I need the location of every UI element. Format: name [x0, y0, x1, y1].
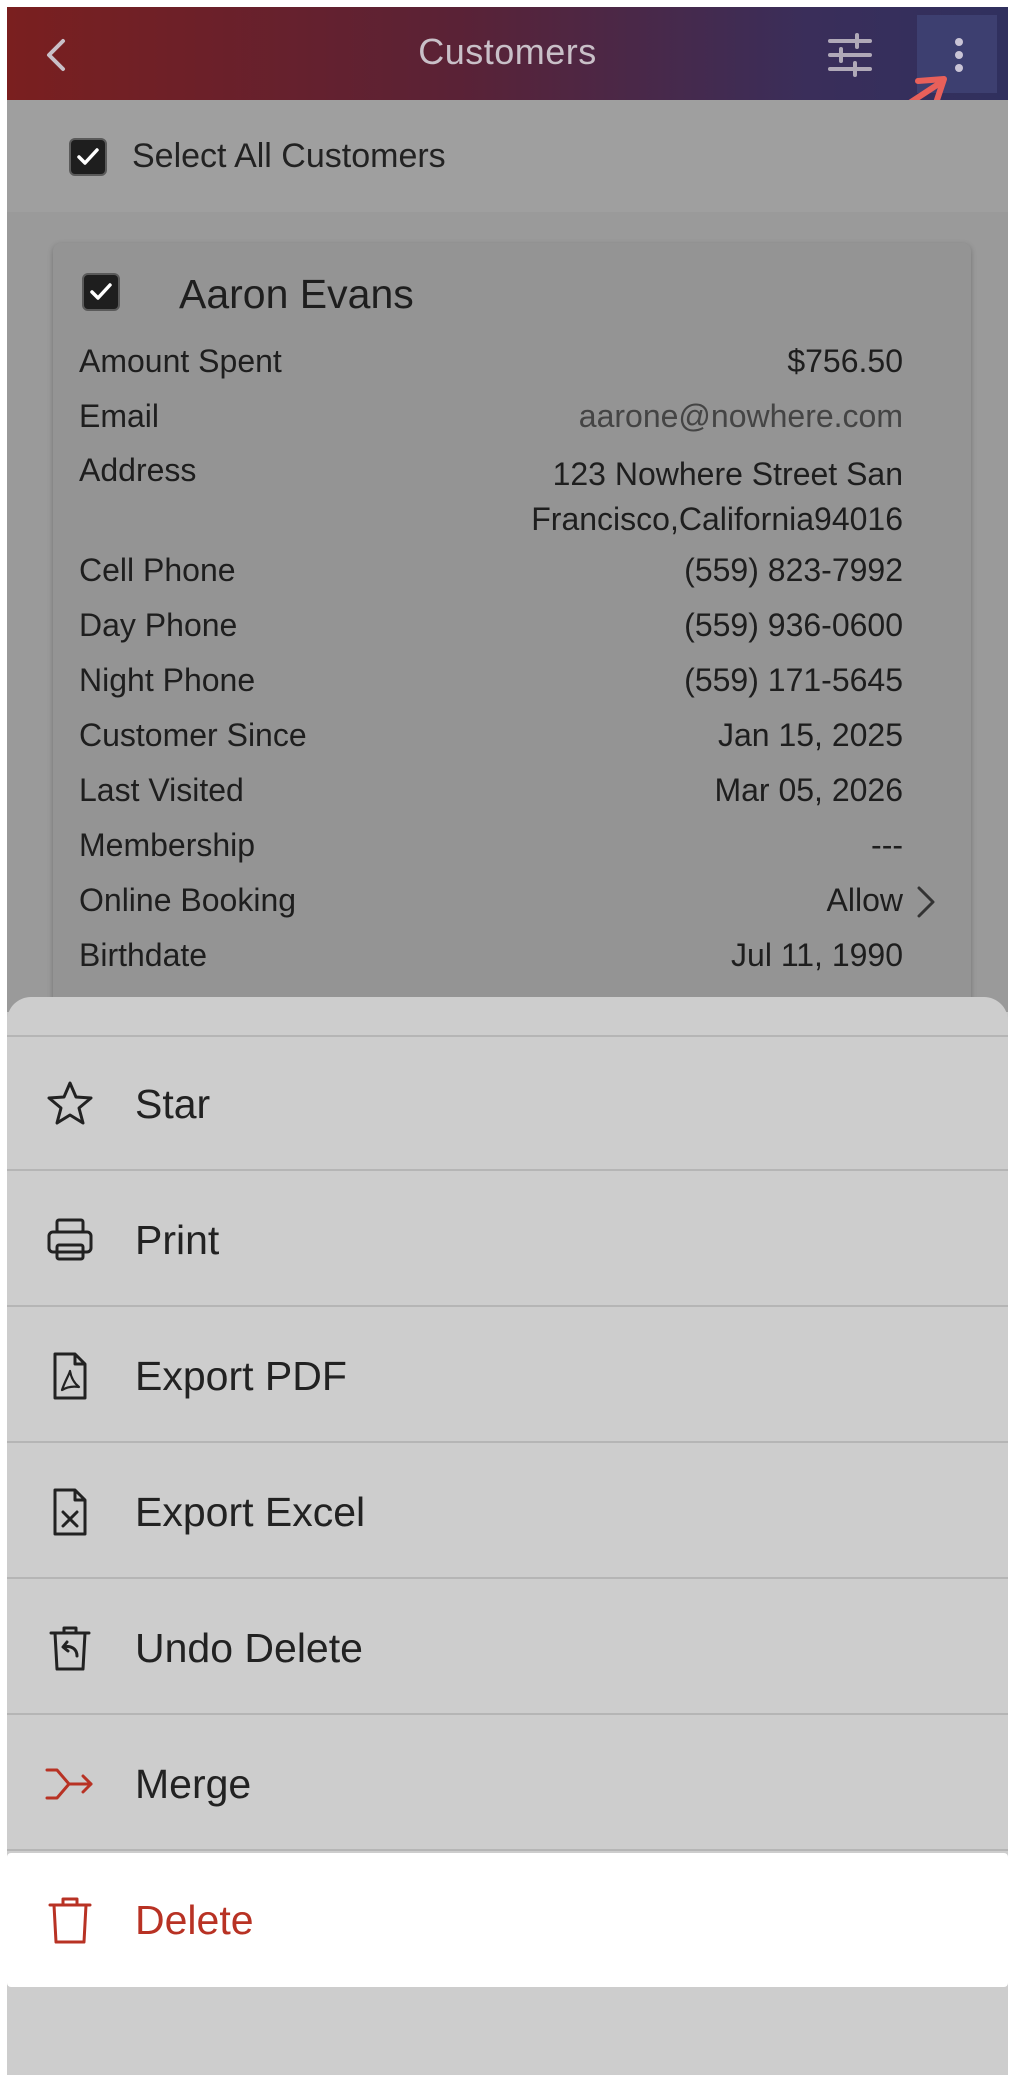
field-label: Last Visited [79, 772, 244, 808]
customer-checkbox[interactable] [82, 273, 120, 311]
app-frame: Customers Select All Customers Aaron Eva… [7, 7, 1008, 2075]
field-label: Birthdate [79, 937, 208, 973]
select-all-label: Select All Customers [132, 137, 446, 175]
menu-item-star[interactable]: Star [7, 1037, 1008, 1171]
menu-item-label: Delete [135, 1897, 254, 1943]
field-label: Online Booking [79, 882, 297, 918]
select-all-bar: Select All Customers [7, 100, 1008, 212]
menu-item-label: Undo Delete [135, 1625, 363, 1671]
menu-item-print[interactable]: Print [7, 1173, 1008, 1307]
field-value: --- [871, 827, 903, 863]
top-app-bar: Customers [7, 7, 1008, 100]
customer-list: Aaron Evans Amount Spent $756.50 Email a… [7, 212, 1008, 1043]
checkmark-icon [90, 283, 112, 300]
star-icon [47, 1081, 93, 1125]
trash-icon [48, 1897, 92, 1944]
menu-item-export-pdf[interactable]: Export PDF [7, 1309, 1008, 1443]
field-value: Jan 15, 2025 [717, 717, 903, 753]
customer-name: Aaron Evans [179, 271, 414, 317]
menu-item-label: Print [135, 1217, 220, 1263]
field-value: Jul 11, 1990 [731, 937, 903, 973]
menu-item-label: Export PDF [135, 1353, 347, 1399]
field-value[interactable]: (559) 171-5645 [684, 662, 903, 699]
excel-file-icon [53, 1488, 87, 1536]
menu-item-undo-delete[interactable]: Undo Delete [7, 1581, 1008, 1715]
field-label: Email [79, 398, 160, 434]
field-label: Customer Since [79, 717, 307, 753]
field-label: Cell Phone [79, 552, 236, 588]
field-label: Address [79, 452, 197, 488]
action-sheet: Star Print Export PDF Export Excel Undo … [7, 997, 1008, 2075]
field-value: Allow [826, 882, 903, 918]
field-value: Mar 05, 2026 [714, 772, 903, 808]
field-label: Night Phone [79, 662, 256, 698]
printer-icon [47, 1218, 93, 1261]
field-label: Amount Spent [79, 343, 282, 379]
email-link[interactable]: aarone@nowhere.com [579, 398, 903, 435]
select-all-checkbox[interactable] [69, 138, 107, 176]
field-value[interactable]: (559) 936-0600 [684, 607, 903, 644]
menu-item-label: Star [135, 1081, 211, 1127]
menu-item-label: Merge [135, 1761, 252, 1807]
customer-card[interactable]: Aaron Evans Amount Spent $756.50 Email a… [53, 243, 971, 1043]
menu-item-export-excel[interactable]: Export Excel [7, 1445, 1008, 1579]
field-label: Membership [79, 827, 256, 863]
merge-icon [45, 1768, 93, 1800]
menu-item-delete[interactable]: Delete [7, 1853, 1008, 1987]
menu-item-merge[interactable]: Merge [7, 1717, 1008, 1851]
field-label: Day Phone [79, 607, 238, 643]
field-value[interactable]: (559) 823-7992 [684, 552, 903, 589]
checkmark-icon [77, 148, 99, 165]
field-value: $756.50 [787, 343, 903, 379]
menu-item-label: Export Excel [135, 1489, 366, 1535]
chevron-right-icon [917, 886, 935, 918]
field-value: 123 Nowhere Street San Francisco,Califor… [531, 456, 903, 537]
undo-delete-icon [49, 1626, 91, 1671]
pdf-file-icon [53, 1352, 87, 1400]
